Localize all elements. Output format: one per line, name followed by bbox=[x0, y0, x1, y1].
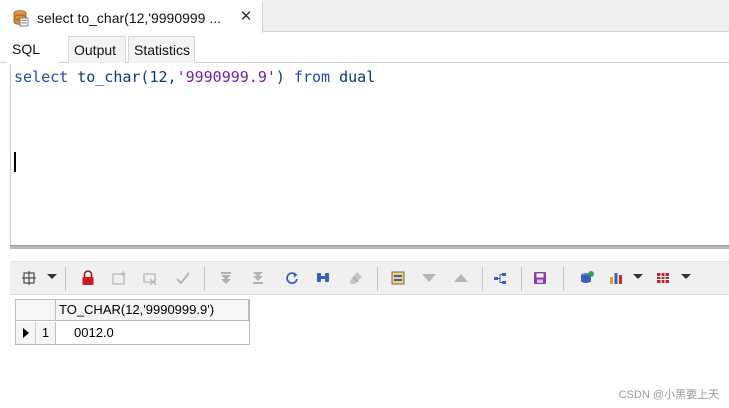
code-format-string: '9990999.9' bbox=[176, 68, 276, 86]
keyword-from: from bbox=[293, 68, 331, 86]
insert-record-icon[interactable] bbox=[109, 268, 129, 288]
chevron-down-icon[interactable] bbox=[633, 274, 643, 279]
grid-settings-icon[interactable] bbox=[19, 268, 39, 288]
row-indicator bbox=[16, 322, 36, 344]
query-tree-icon[interactable] bbox=[490, 268, 510, 288]
sql-code-line: select to_char(12,'9990999.9') from dual bbox=[14, 68, 375, 86]
delete-record-icon[interactable] bbox=[140, 268, 160, 288]
document-tab[interactable]: select to_char(12,'9990999 ... ✕ bbox=[0, 0, 263, 33]
code-close-paren: ) bbox=[275, 68, 285, 86]
toolbar-separator bbox=[563, 267, 564, 291]
grid-corner-header bbox=[16, 300, 56, 321]
toolbar-separator bbox=[65, 267, 66, 291]
first-record-icon[interactable] bbox=[216, 268, 236, 288]
post-record-icon[interactable] bbox=[173, 268, 193, 288]
results-pane: TO_CHAR(12,'9990999.9') 1 0012.0 CSDN @小… bbox=[10, 249, 729, 408]
sql-editor[interactable]: select to_char(12,'9990999.9') from dual bbox=[10, 64, 729, 245]
export-icon[interactable] bbox=[577, 268, 597, 288]
sub-tab-bar: SQL Output Statistics bbox=[0, 36, 729, 64]
single-record-view-icon[interactable] bbox=[388, 268, 408, 288]
keyword-select: select bbox=[14, 68, 69, 86]
watermark: CSDN @小黑要上天 bbox=[618, 389, 719, 401]
toolbar-separator bbox=[521, 267, 522, 291]
toolbar-separator bbox=[377, 267, 378, 291]
document-tab-title: select to_char(12,'9990999 ... bbox=[37, 10, 222, 26]
chevron-down-icon[interactable] bbox=[681, 274, 691, 279]
next-record-icon[interactable] bbox=[451, 268, 471, 288]
clear-icon[interactable] bbox=[346, 268, 366, 288]
column-header[interactable]: TO_CHAR(12,'9990999.9') bbox=[56, 300, 249, 321]
document-tab-strip: select to_char(12,'9990999 ... ✕ bbox=[0, 0, 729, 33]
query-window: select to_char(12,'9990999 ... ✕ SQL Out… bbox=[0, 0, 729, 408]
row-number: 1 bbox=[36, 322, 56, 344]
chart-icon[interactable] bbox=[606, 268, 626, 288]
previous-record-icon[interactable] bbox=[419, 268, 439, 288]
tab-output[interactable]: Output bbox=[68, 36, 126, 63]
table-cell[interactable]: 0012.0 bbox=[56, 322, 249, 344]
code-table-name: dual bbox=[339, 68, 376, 86]
results-grid: TO_CHAR(12,'9990999.9') 1 0012.0 bbox=[15, 299, 250, 345]
chevron-down-icon[interactable] bbox=[47, 274, 57, 279]
results-toolbar bbox=[10, 261, 729, 295]
close-tab-icon[interactable]: ✕ bbox=[238, 7, 254, 27]
sql-window-icon bbox=[11, 9, 29, 27]
refresh-icon[interactable] bbox=[282, 268, 302, 288]
find-icon[interactable] bbox=[313, 268, 333, 288]
grid-options-icon[interactable] bbox=[653, 268, 673, 288]
text-cursor bbox=[14, 152, 16, 172]
tab-sql[interactable]: SQL bbox=[7, 36, 59, 64]
toolbar-separator bbox=[204, 267, 205, 291]
lock-icon[interactable] bbox=[78, 268, 98, 288]
tab-statistics[interactable]: Statistics bbox=[128, 36, 195, 63]
save-icon[interactable] bbox=[530, 268, 550, 288]
code-function-call: to_char(12, bbox=[77, 68, 177, 86]
last-record-icon[interactable] bbox=[248, 268, 268, 288]
toolbar-separator bbox=[482, 267, 483, 291]
